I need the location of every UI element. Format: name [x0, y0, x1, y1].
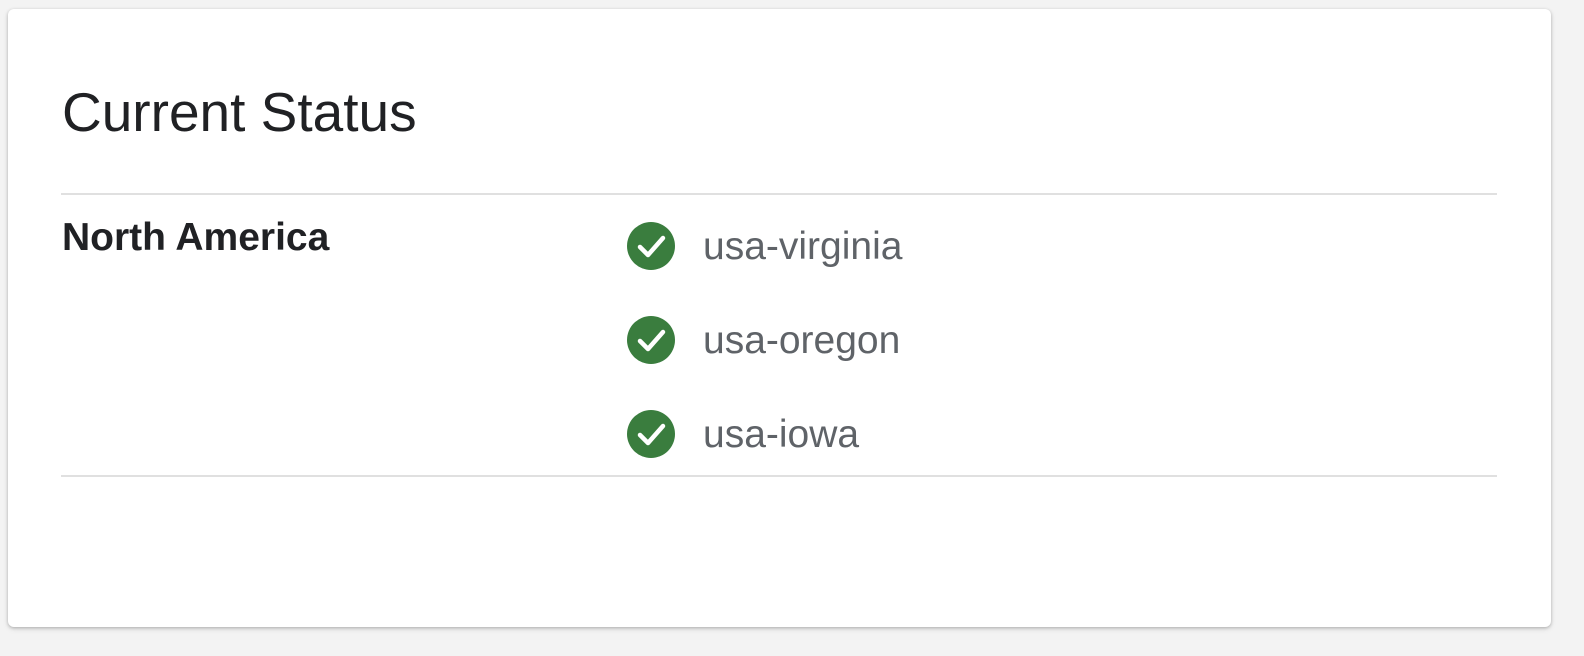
location-item-usa-iowa: usa-iowa	[627, 410, 902, 458]
divider-bottom	[61, 475, 1497, 477]
check-circle-icon	[627, 222, 675, 270]
location-list: usa-virginia usa-oregon usa-iowa	[627, 222, 902, 458]
region-name: North America	[62, 216, 330, 259]
status-card: Current Status North America usa-virgini…	[8, 9, 1551, 627]
check-circle-icon	[627, 410, 675, 458]
location-name: usa-iowa	[703, 412, 860, 456]
location-item-usa-virginia: usa-virginia	[627, 222, 902, 270]
location-name: usa-virginia	[703, 224, 903, 268]
location-name: usa-oregon	[703, 318, 901, 362]
check-circle-icon	[627, 316, 675, 364]
location-item-usa-oregon: usa-oregon	[627, 316, 902, 364]
card-title: Current Status	[62, 81, 417, 143]
divider-top	[61, 193, 1497, 195]
